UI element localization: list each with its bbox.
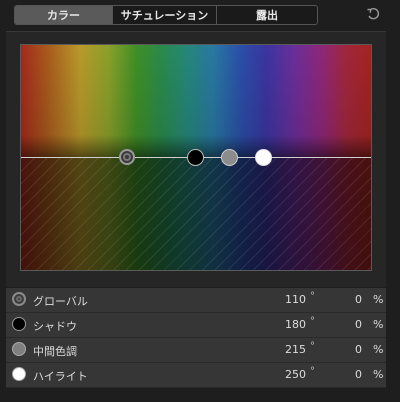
hue-degrees-field[interactable]: 250 [268,368,306,381]
color-board-inspector: カラー サチュレーション 露出 グローバル 110 ° 0 % シャドウ 180… [0,0,400,402]
color-board[interactable] [20,44,372,271]
board-tabs: カラー サチュレーション 露出 [14,5,318,25]
percent-symbol: % [373,318,384,331]
midtones-puck[interactable] [221,149,238,166]
global-ring-icon[interactable] [12,292,26,306]
white-circle-icon[interactable] [12,367,26,381]
hue-degrees-field[interactable]: 110 [268,293,306,306]
hue-degrees-field[interactable]: 215 [268,343,306,356]
black-circle-icon[interactable] [12,317,26,331]
row-highlights: ハイライト 250 ° 0 % [6,363,386,388]
percent-field[interactable]: 0 [336,318,362,331]
negative-zone-hatching [21,158,371,270]
undo-arrow-icon [367,7,380,20]
row-label: 中間色調 [33,345,77,358]
percent-field[interactable]: 0 [336,368,362,381]
degree-symbol: ° [310,316,315,327]
row-midtones: 中間色調 215 ° 0 % [6,338,386,363]
global-puck[interactable] [119,149,135,165]
degree-symbol: ° [310,341,315,352]
highlights-puck[interactable] [255,149,272,166]
tab-exposure[interactable]: 露出 [217,6,317,24]
hue-degrees-field[interactable]: 180 [268,318,306,331]
tab-color[interactable]: カラー [15,6,113,24]
reset-button[interactable] [364,5,382,23]
degree-symbol: ° [310,291,315,302]
row-label: シャドウ [33,320,77,333]
gray-circle-icon[interactable] [12,342,26,356]
degree-symbol: ° [310,366,315,377]
puck-value-list: グローバル 110 ° 0 % シャドウ 180 ° 0 % 中間色調 215 … [6,288,386,388]
tab-saturation[interactable]: サチュレーション [113,6,217,24]
percent-symbol: % [373,293,384,306]
percent-symbol: % [373,343,384,356]
shadows-puck[interactable] [187,149,204,166]
percent-symbol: % [373,368,384,381]
row-label: ハイライト [33,370,88,383]
percent-field[interactable]: 0 [336,343,362,356]
row-global: グローバル 110 ° 0 % [6,288,386,313]
row-shadows: シャドウ 180 ° 0 % [6,313,386,338]
percent-field[interactable]: 0 [336,293,362,306]
row-label: グローバル [33,295,88,308]
